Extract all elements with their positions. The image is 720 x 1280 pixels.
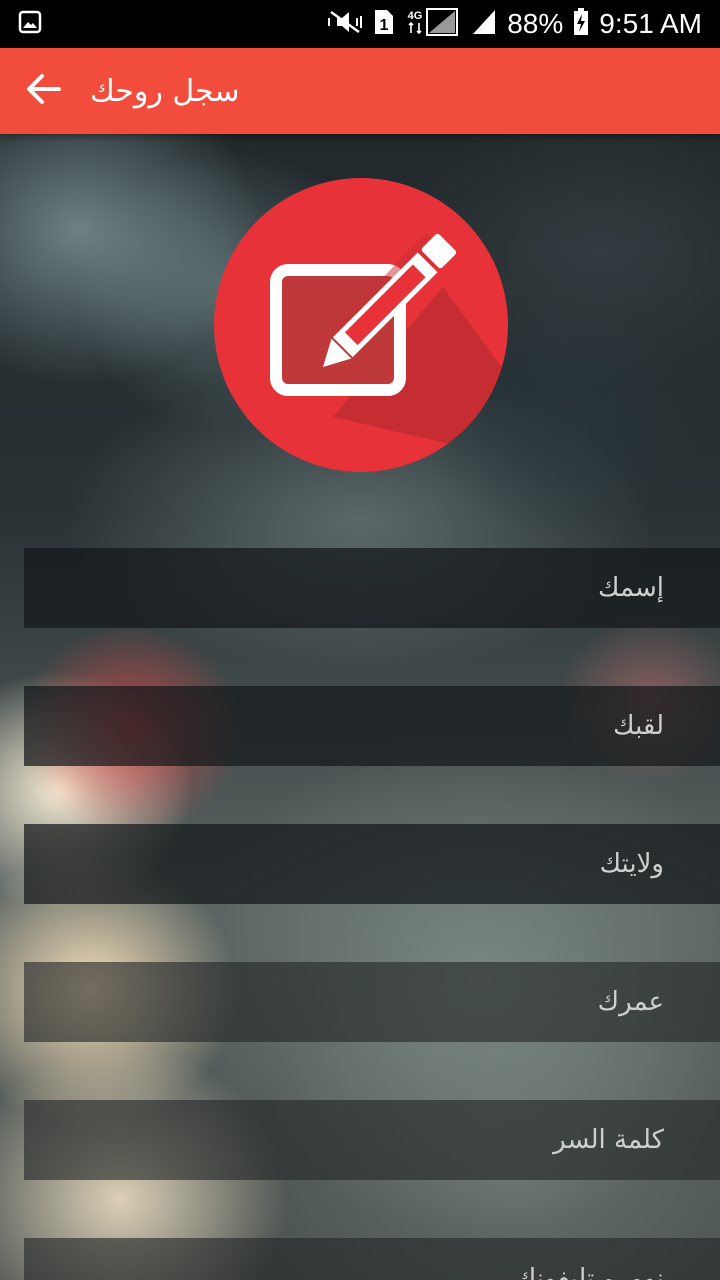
- battery-charging-icon: [573, 8, 589, 40]
- age-field[interactable]: عمرك: [24, 962, 720, 1042]
- app-bar: سجل روحك: [0, 48, 720, 134]
- arrow-back-icon: [25, 73, 61, 109]
- password-field[interactable]: كلمة السر: [24, 1100, 720, 1180]
- back-button[interactable]: [0, 48, 86, 134]
- password-placeholder: كلمة السر: [553, 1125, 664, 1155]
- svg-text:4G: 4G: [408, 10, 423, 22]
- svg-text:1: 1: [380, 17, 389, 34]
- gallery-icon: [18, 10, 42, 38]
- first-name-placeholder: إسمك: [598, 573, 664, 603]
- sim-1-icon: 1: [373, 8, 395, 40]
- last-name-field[interactable]: لقبك: [24, 686, 720, 766]
- signal-icon: [471, 8, 497, 40]
- status-bar: 1 4G 88% 9:51 AM: [0, 0, 720, 48]
- state-field[interactable]: ولايتك: [24, 824, 720, 904]
- clock: 9:51 AM: [599, 8, 702, 39]
- phone-field[interactable]: نومرو تليفونك: [24, 1238, 720, 1280]
- page-title: سجل روحك: [90, 73, 240, 109]
- register-screen: 1 4G 88% 9:51 AM سجل روحك إسمك لقبك ولاي…: [0, 0, 720, 1280]
- mute-icon: [327, 8, 363, 40]
- phone-placeholder: نومرو تليفونك: [514, 1264, 664, 1280]
- edit-register-icon: [213, 177, 509, 473]
- last-name-placeholder: لقبك: [613, 711, 664, 741]
- state-placeholder: ولايتك: [599, 849, 664, 879]
- battery-percent: 88%: [507, 8, 564, 39]
- age-placeholder: عمرك: [597, 987, 664, 1017]
- first-name-field[interactable]: إسمك: [24, 548, 720, 628]
- 4g-signal-icon: 4G: [405, 7, 461, 41]
